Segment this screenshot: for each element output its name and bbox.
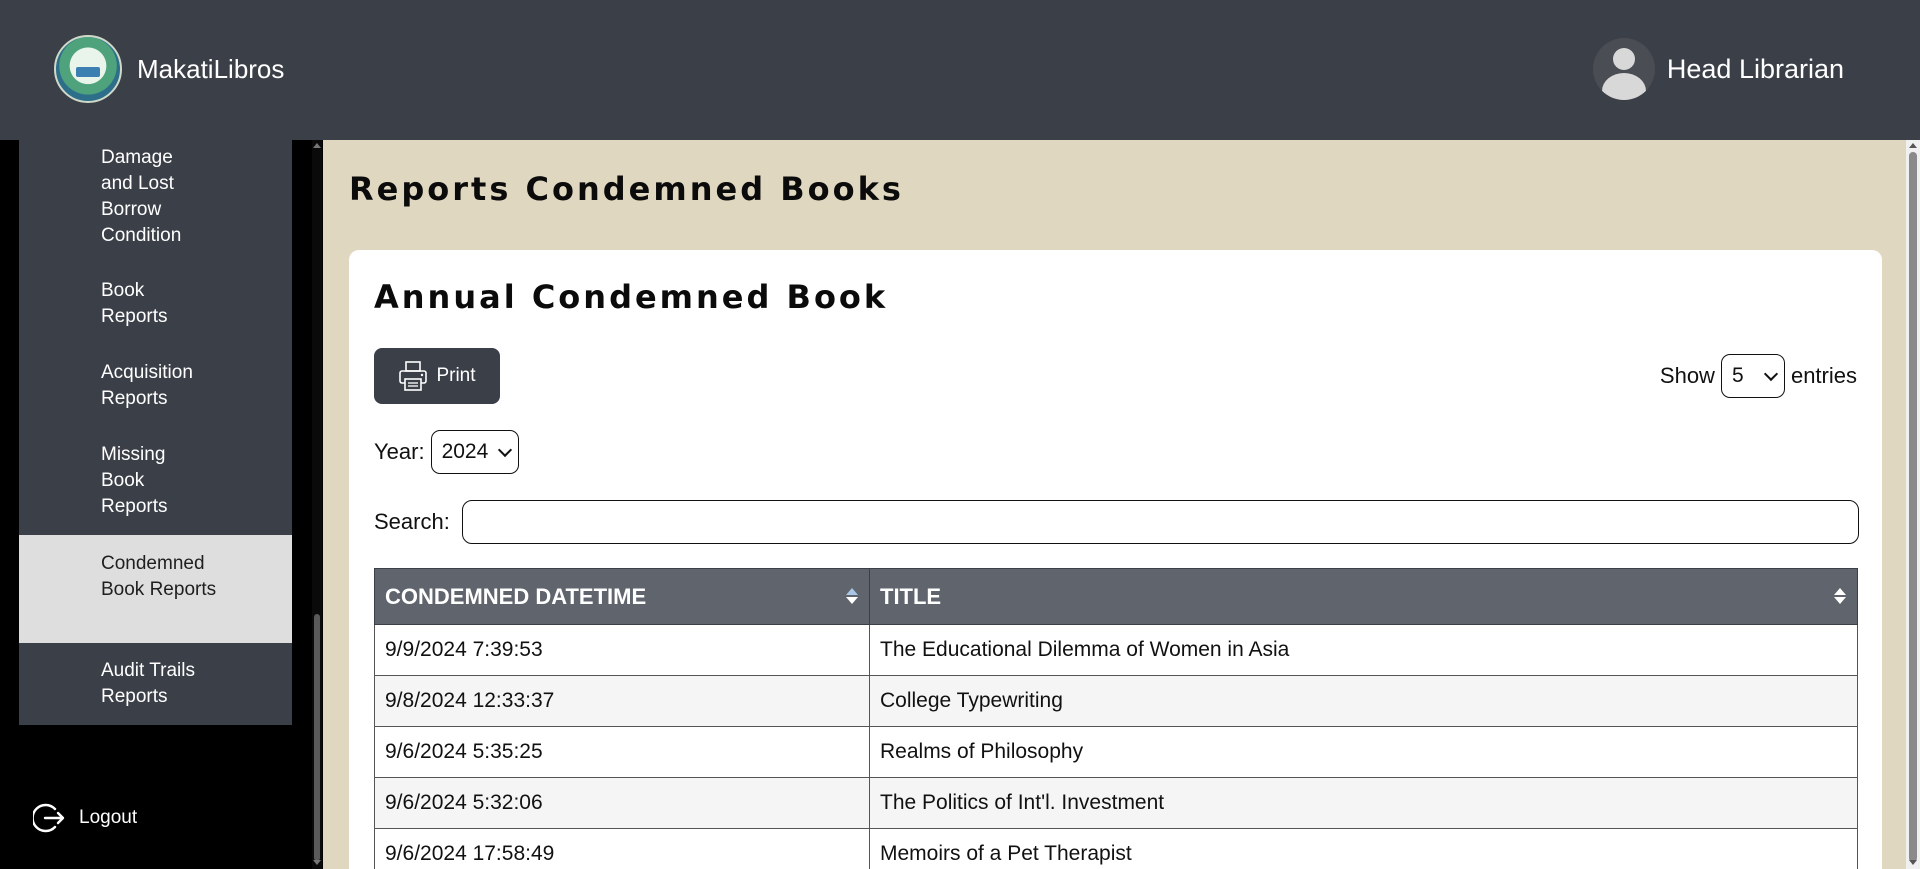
table-row: 9/6/2024 5:32:06 The Politics of Int'l. … <box>374 777 1858 829</box>
entries-select[interactable]: 5 <box>1720 354 1785 398</box>
sort-icon <box>846 588 858 604</box>
sidebar-item-audit-trails-reports[interactable]: Audit Trails Reports <box>19 658 292 718</box>
column-header-title[interactable]: TITLE <box>869 568 1858 625</box>
user-menu[interactable]: Head Librarian <box>1592 38 1844 100</box>
datetime-cell: 9/6/2024 17:58:49 <box>374 828 870 869</box>
year-value: 2024 <box>441 440 489 463</box>
sidebar-scrollbar[interactable] <box>312 140 322 869</box>
print-button[interactable]: Print <box>374 348 500 404</box>
entries-value: 5 <box>1731 364 1744 387</box>
sidebar-scrollbar-thumb[interactable] <box>314 614 320 861</box>
sidebar-item-label: Condemned Book Reports <box>101 553 217 600</box>
title-cell: The Politics of Int'l. Investment <box>869 777 1858 829</box>
column-header-label: CONDEMNED DATETIME <box>385 583 647 609</box>
sidebar-item-label: Damage and Lost Borrow Condition <box>101 147 182 246</box>
search-input[interactable] <box>461 500 1859 544</box>
sidebar-item-label: Missing Book Reports <box>101 444 168 517</box>
main-scrollbar[interactable] <box>1906 140 1920 869</box>
table-row: 9/9/2024 7:39:53 The Educational Dilemma… <box>374 624 1858 676</box>
brand[interactable]: MakatiLibros <box>54 35 284 103</box>
library-logo-icon <box>54 35 122 103</box>
sidebar-item-condemned-book-reports[interactable]: Condemned Book Reports <box>19 535 292 643</box>
printer-icon <box>399 361 428 391</box>
column-header-condemned-datetime[interactable]: CONDEMNED DATETIME <box>374 568 870 625</box>
table-row: 9/6/2024 5:35:25 Realms of Philosophy <box>374 726 1858 778</box>
title-cell: Realms of Philosophy <box>869 726 1858 778</box>
logout-button[interactable]: Logout <box>33 801 137 835</box>
print-label: Print <box>436 365 476 386</box>
condemned-books-table: CONDEMNED DATETIME TITLE 9/9/2024 7:39:5… <box>374 568 1858 869</box>
title-cell: The Educational Dilemma of Women in Asia <box>869 624 1858 676</box>
card-title: Annual Condemned Book <box>374 278 889 316</box>
chevron-down-icon <box>1763 366 1779 382</box>
datetime-cell: 9/9/2024 7:39:53 <box>374 624 870 676</box>
table-row: 9/6/2024 17:58:49 Memoirs of a Pet Thera… <box>374 828 1858 869</box>
datetime-cell: 9/8/2024 12:33:37 <box>374 675 870 727</box>
top-bar: MakatiLibros Head Librarian <box>0 0 1920 140</box>
sidebar-item-label: Book Reports <box>101 280 168 327</box>
user-role-label: Head Librarian <box>1666 53 1844 84</box>
report-card: Annual Condemned Book Print Show 5 entri… <box>349 250 1882 869</box>
show-entries: Show 5 entries <box>1660 354 1857 398</box>
sidebar-item-label: Acquisition Reports <box>101 362 193 409</box>
entries-label: entries <box>1790 363 1857 388</box>
sidebar-item-missing-book-reports[interactable]: Missing Book Reports <box>19 442 292 528</box>
search-label: Search: <box>374 509 450 534</box>
sidebar-item-book-reports[interactable]: Book Reports <box>19 278 292 338</box>
year-label: Year: <box>374 439 425 464</box>
sort-icon <box>1834 588 1846 604</box>
logout-label: Logout <box>79 807 138 828</box>
datetime-cell: 9/6/2024 5:32:06 <box>374 777 870 829</box>
title-cell: College Typewriting <box>869 675 1858 727</box>
sidebar-item-damage-lost[interactable]: Damage and Lost Borrow Condition <box>19 145 292 255</box>
chevron-down-icon <box>497 442 512 458</box>
avatar <box>1592 38 1655 100</box>
app-name: MakatiLibros <box>137 53 285 84</box>
column-header-label: TITLE <box>880 583 942 609</box>
logout-icon <box>33 803 65 833</box>
datetime-cell: 9/6/2024 5:35:25 <box>374 726 870 778</box>
main-content: Reports Condemned Books Annual Condemned… <box>323 140 1906 869</box>
sidebar-item-label: Audit Trails Reports <box>101 660 195 707</box>
sidebar: Damage and Lost Borrow Condition Book Re… <box>19 140 292 725</box>
sidebar-item-acquisition-reports[interactable]: Acquisition Reports <box>19 360 292 420</box>
table-row: 9/8/2024 12:33:37 College Typewriting <box>374 675 1858 727</box>
main-scrollbar-thumb[interactable] <box>1909 152 1917 862</box>
title-cell: Memoirs of a Pet Therapist <box>869 828 1858 869</box>
show-label: Show <box>1659 363 1715 388</box>
year-filter: Year: 2024 <box>374 430 525 474</box>
search-row: Search: <box>374 500 1859 544</box>
year-select[interactable]: 2024 <box>430 430 519 474</box>
page-title: Reports Condemned Books <box>349 170 904 208</box>
